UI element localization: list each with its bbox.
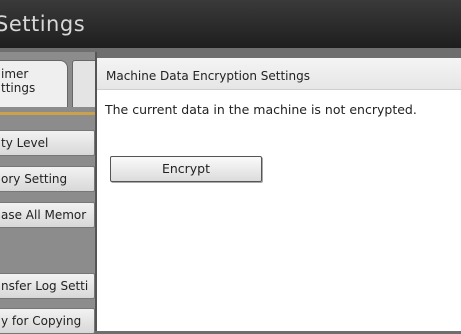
tab-underline [0, 112, 97, 115]
page-title: Settings [0, 12, 86, 36]
tab-next[interactable] [72, 60, 97, 107]
status-message: The current data in the machine is not e… [105, 102, 417, 117]
menu-item-copying[interactable]: y for Copying [0, 308, 95, 334]
encrypt-button[interactable]: Encrypt [110, 156, 262, 182]
tab-label: imer ttings [1, 67, 35, 95]
tab-row: imer ttings [0, 52, 97, 114]
menu-item-label: ory Setting [1, 172, 68, 186]
menu-item-label: ase All Memor [1, 208, 87, 222]
title-bar: Settings [0, 0, 461, 48]
menu-item-label: ty Level [1, 136, 49, 150]
tab-timer-settings[interactable]: imer ttings [0, 60, 68, 107]
menu-item-security-level[interactable]: ty Level [0, 130, 95, 156]
content-panel: Machine Data Encryption Settings The cur… [97, 58, 461, 331]
menu-item-memory-setting[interactable]: ory Setting [0, 166, 95, 192]
menu-item-erase-all-memory[interactable]: ase All Memor [0, 202, 95, 228]
menu-item-label: y for Copying [1, 314, 82, 328]
menu-item-label: nsfer Log Setti [1, 279, 89, 293]
menu-item-transfer-log-setting[interactable]: nsfer Log Setti [0, 273, 95, 299]
tab-label-line2: ttings [1, 81, 36, 95]
tab-label-line1: imer [1, 67, 29, 81]
panel-title: Machine Data Encryption Settings [97, 58, 461, 90]
